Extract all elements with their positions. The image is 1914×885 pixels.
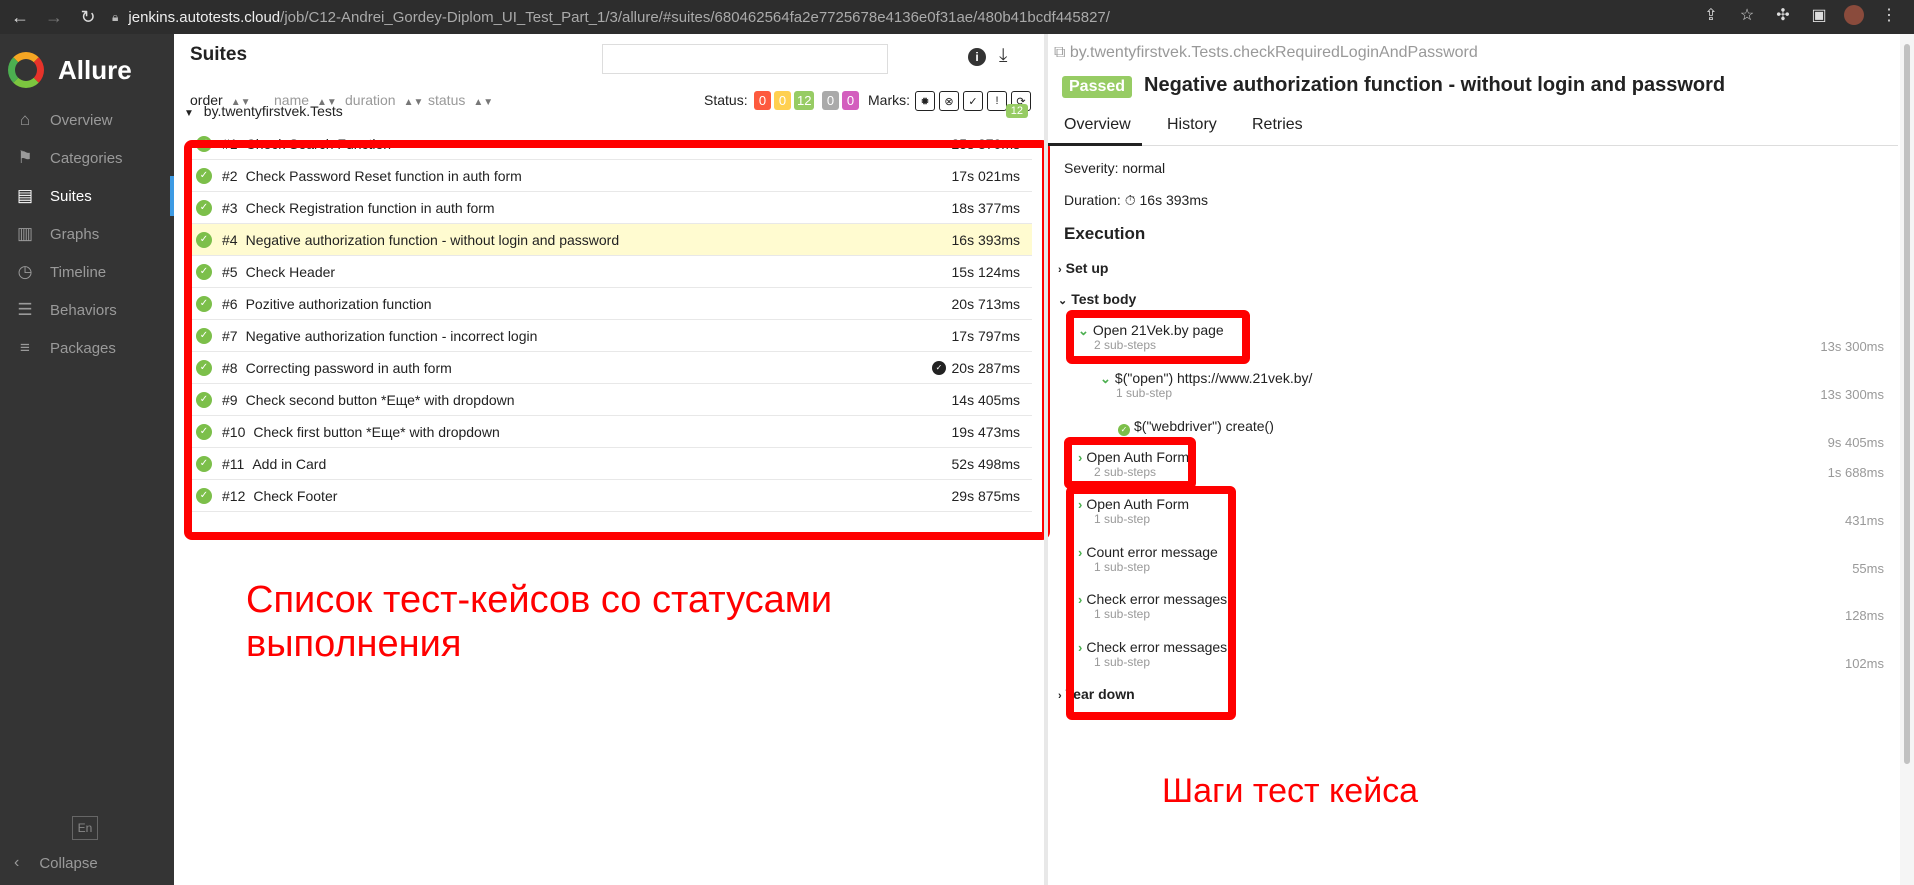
sidebar-item-categories[interactable]: ⚑ Categories	[0, 138, 174, 178]
back-icon[interactable]: ←	[6, 3, 34, 31]
step-duration: 128ms	[1844, 608, 1884, 623]
step-duration: 9s 405ms	[1827, 435, 1884, 450]
collapse-label: Collapse	[39, 854, 98, 872]
copy-icon[interactable]: ⧉	[1054, 44, 1070, 61]
duration-text: Duration: ⏱ 16s 393ms	[1064, 192, 1208, 208]
chevron-down-icon: ⌄	[1100, 371, 1111, 386]
sidebar-item-label: Suites	[50, 187, 92, 205]
status-badge: Passed	[1062, 76, 1133, 98]
clock-icon: ◷	[17, 262, 33, 281]
profile-avatar[interactable]	[1844, 5, 1864, 25]
sidebar-item-packages[interactable]: ≡ Packages	[0, 328, 174, 368]
sidebar-item-label: Packages	[50, 339, 116, 357]
search-input[interactable]	[602, 44, 888, 74]
chevron-left-icon: ‹	[14, 854, 20, 871]
suite-group[interactable]: ▼ by.twentyfirstvek.Tests 12	[184, 103, 1034, 125]
annotation-text: Шаги тест кейса	[1162, 772, 1419, 810]
step-duration: 13s 300ms	[1820, 387, 1884, 402]
home-icon: ⌂	[19, 110, 31, 129]
annotation-highlight-box	[1066, 310, 1250, 364]
page-title: Suites	[190, 44, 248, 65]
allure-logo[interactable]: Allure	[8, 52, 132, 88]
align-left-icon: ≡	[20, 338, 30, 357]
suite-group-name: by.twentyfirstvek.Tests	[203, 103, 343, 119]
test-body-section[interactable]: ⌄ Test body	[1058, 291, 1136, 307]
chevron-right-icon: ›	[1058, 264, 1062, 276]
tab-overview[interactable]: Overview	[1064, 116, 1131, 134]
reload-icon[interactable]: ↻	[74, 3, 102, 31]
annotation-text: Список тест-кейсов со статусами выполнен…	[246, 579, 833, 665]
step-duration: 1s 688ms	[1827, 465, 1884, 480]
suite-group-count: 12	[1005, 104, 1028, 118]
sidebar-item-label: Graphs	[50, 225, 100, 243]
tab-history[interactable]: History	[1167, 116, 1217, 134]
sidebar-item-suites[interactable]: ▤ Suites	[0, 176, 174, 216]
address-bar[interactable]: 🔒︎ jenkins.autotests.cloud /job/C12-Andr…	[112, 4, 1672, 30]
step-duration: 102ms	[1844, 656, 1884, 671]
menu-icon[interactable]: ⋮	[1878, 5, 1900, 25]
execution-heading: Execution	[1064, 224, 1146, 243]
language-switch[interactable]: En	[72, 816, 98, 840]
bar-chart-icon: ▥	[16, 224, 34, 243]
flag-icon: ⚑	[17, 148, 33, 167]
forward-icon[interactable]: →	[40, 3, 68, 31]
sidebar-item-timeline[interactable]: ◷ Timeline	[0, 252, 174, 292]
lock-icon: 🔒︎	[112, 9, 119, 24]
download-icon[interactable]: ⤓	[999, 45, 1007, 67]
chevron-down-icon: ⌄	[1058, 295, 1068, 307]
step-item[interactable]: ⌄ $("open") https://www.21vek.by/1 sub-st…	[1100, 370, 1313, 400]
info-icon[interactable]: i	[968, 48, 986, 66]
test-path-text: by.twentyfirstvek.Tests.checkRequiredLog…	[1069, 44, 1478, 61]
chevron-down-icon: ▼	[184, 108, 194, 119]
severity-text: Severity: normal	[1064, 160, 1166, 176]
tab-retries[interactable]: Retries	[1252, 116, 1303, 134]
test-title: Negative authorization function - withou…	[1144, 74, 1726, 96]
url-host: jenkins.autotests.cloud	[128, 8, 281, 26]
test-body-label: Test body	[1071, 291, 1137, 307]
scrollbar[interactable]	[1900, 34, 1914, 885]
sidebar-item-label: Categories	[50, 149, 123, 167]
allure-logo-icon	[8, 52, 44, 88]
star-icon[interactable]: ☆	[1736, 5, 1758, 25]
annotation-highlight-box	[1064, 437, 1196, 489]
setup-section[interactable]: › Set up	[1058, 260, 1108, 276]
chevron-right-icon: ›	[1058, 690, 1062, 702]
briefcase-icon: ▤	[16, 186, 34, 205]
collapse-button[interactable]: ‹ Collapse	[14, 854, 98, 872]
browser-toolbar: ← → ↻ 🔒︎ jenkins.autotests.cloud /job/C1…	[0, 0, 1914, 34]
annotation-highlight-box	[1066, 486, 1236, 720]
app-name: Allure	[58, 54, 132, 85]
sidebar-item-label: Behaviors	[50, 301, 117, 319]
sidebar-item-overview[interactable]: ⌂ Overview	[0, 100, 174, 140]
step-item[interactable]: ✓ $("webdriver") create()	[1118, 418, 1274, 436]
step-substeps: 1 sub-step	[1116, 386, 1173, 400]
step-name: $("webdriver") create()	[1134, 418, 1274, 434]
sidebar-item-label: Timeline	[50, 263, 107, 281]
setup-label: Set up	[1065, 260, 1109, 276]
list-icon: ☰	[17, 300, 33, 319]
active-tab-indicator	[1048, 143, 1142, 146]
step-duration: 13s 300ms	[1820, 339, 1884, 354]
test-full-name: ⧉ by.twentyfirstvek.Tests.checkRequiredL…	[1054, 44, 1478, 62]
step-name: $("open") https://www.21vek.by/	[1114, 370, 1313, 386]
extensions-icon[interactable]: ✣	[1772, 5, 1794, 25]
share-icon[interactable]: ⇪	[1700, 5, 1722, 25]
sidebar-item-behaviors[interactable]: ☰ Behaviors	[0, 290, 174, 330]
sidebar: Allure ⌂ Overview ⚑ Categories ▤ Suites …	[0, 34, 174, 885]
sidebar-item-graphs[interactable]: ▥ Graphs	[0, 214, 174, 254]
url-path: /job/C12-Andrei_Gordey-Diplom_UI_Test_Pa…	[280, 8, 1110, 26]
detail-tabs: Overview History Retries	[1048, 104, 1898, 146]
test-detail-panel: ⧉ by.twentyfirstvek.Tests.checkRequiredL…	[1048, 34, 1914, 885]
step-duration: 431ms	[1844, 513, 1884, 528]
side-panel-icon[interactable]: ▣	[1808, 5, 1830, 25]
step-duration: 55ms	[1852, 561, 1884, 576]
sidebar-item-label: Overview	[50, 111, 113, 129]
check-circle-icon: ✓	[1118, 424, 1130, 436]
scrollbar-thumb[interactable]	[1904, 44, 1910, 764]
annotation-highlight-box	[184, 140, 1050, 540]
